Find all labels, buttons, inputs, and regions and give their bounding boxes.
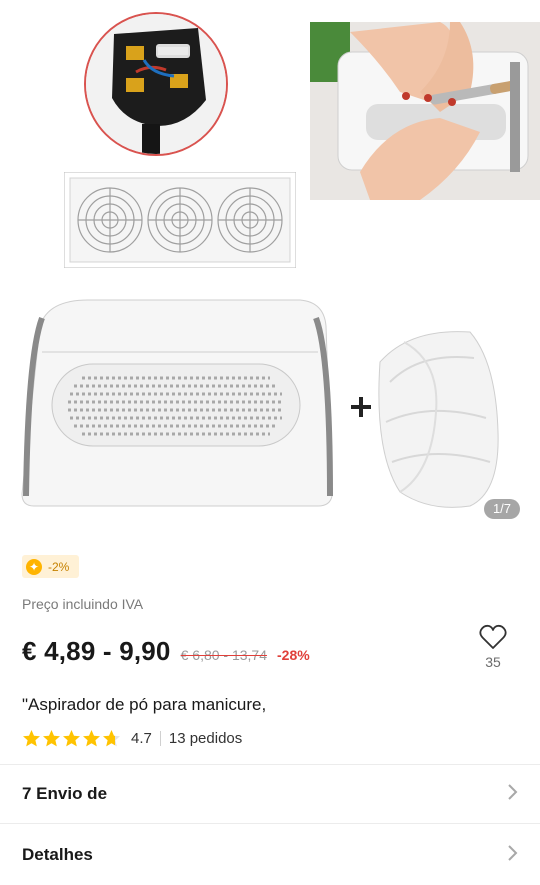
wishlist-button[interactable]: 35 [474, 624, 512, 670]
chevron-right-icon [506, 844, 518, 867]
wishlist-count: 35 [485, 654, 501, 670]
manicure-usage-photo [310, 22, 540, 200]
rating-separator [159, 730, 161, 746]
plug-closeup-image [84, 12, 228, 156]
shipping-row[interactable]: 7 Envio de [0, 765, 540, 823]
rating-row[interactable]: 4.7 13 pedidos [22, 728, 242, 748]
product-image-gallery[interactable]: 1/7 [0, 0, 540, 538]
nail-dust-collector-image [18, 296, 336, 510]
coin-discount-badge[interactable]: ✦ -2% [22, 555, 80, 578]
details-label: Detalhes [22, 845, 93, 864]
shipping-label: 7 Envio de [22, 784, 108, 803]
three-fan-panel-image [63, 171, 297, 269]
price-row: € 4,89 - 9,90 € 6,80 - 13,74 -28% [22, 636, 310, 667]
star-rating [22, 729, 121, 748]
star-icon [83, 729, 100, 746]
heart-outline-icon [474, 624, 512, 650]
vat-note: Preço incluindo IVA [22, 596, 144, 612]
rating-value: 4.7 [131, 729, 152, 747]
details-row[interactable]: Detalhes [0, 826, 540, 884]
star-icon [43, 729, 60, 746]
orders-count: 13 pedidos [168, 729, 243, 747]
original-price: € 6,80 - 13,74 [180, 647, 268, 663]
current-price: € 4,89 - 9,90 [22, 636, 171, 666]
star-icon [23, 729, 40, 746]
coin-discount-text: -2% [48, 559, 70, 574]
image-counter: 1/7 [484, 499, 520, 519]
star-icon [103, 729, 120, 746]
discount-percent: -28% [277, 647, 310, 663]
coin-icon: ✦ [26, 558, 42, 575]
product-title[interactable]: "Aspirador de pó para manicure, [22, 695, 266, 715]
star-icon [63, 729, 80, 746]
divider [0, 823, 540, 824]
chevron-right-icon [506, 783, 518, 806]
dust-bags-image [370, 322, 504, 512]
